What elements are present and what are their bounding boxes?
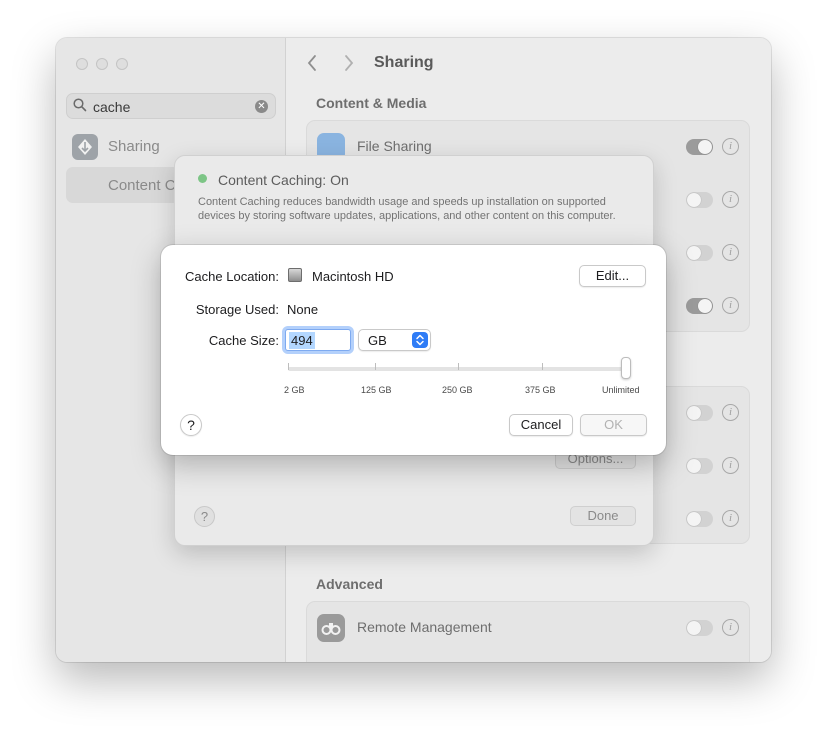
back-button[interactable] [306,54,318,77]
clear-search-icon[interactable]: ✕ [255,100,268,113]
file-sharing-toggle[interactable] [686,139,713,155]
slider-tick [375,363,376,370]
info-icon[interactable]: i [722,244,739,261]
done-button[interactable]: Done [570,506,636,526]
info-icon[interactable]: i [722,510,739,527]
slider-tick [542,363,543,370]
forward-button[interactable] [343,54,355,77]
slider-tick-label: 250 GB [442,385,473,395]
help-button[interactable]: ? [180,414,202,436]
chevron-right-icon [345,55,354,71]
cache-size-input[interactable]: 494 [285,329,351,351]
slider-tick-label: 375 GB [525,385,556,395]
cache-location-value: Macintosh HD [312,269,394,284]
status-indicator [198,174,207,183]
chevron-left-icon [307,55,316,71]
sheet-description: Content Caching reduces bandwidth usage … [198,196,616,222]
advanced-group: Remote Management i [306,601,750,662]
search-icon [73,98,87,112]
cache-size-slider-thumb[interactable] [621,357,631,379]
sharing-toggle[interactable] [686,458,713,474]
cancel-button[interactable]: Cancel [509,414,573,436]
info-icon[interactable]: i [722,297,739,314]
sharing-toggle[interactable] [686,192,713,208]
storage-used-label: Storage Used: [195,302,279,317]
zoom-window-button[interactable] [116,58,128,70]
slider-tick-label: 125 GB [361,385,392,395]
info-icon[interactable]: i [722,138,739,155]
sheet-title: Content Caching: On [218,172,349,188]
search-input[interactable]: cache [93,99,130,115]
sharing-toggle[interactable] [686,511,713,527]
info-icon[interactable]: i [722,191,739,208]
edit-button[interactable]: Edit... [579,265,646,287]
sharing-toggle[interactable] [686,245,713,261]
storage-used-value: None [287,302,319,317]
section-heading-advanced: Advanced [316,576,383,592]
sheet-help-button[interactable]: ? [194,506,215,527]
ok-button[interactable]: OK [580,414,647,436]
section-heading-content-media: Content & Media [316,95,427,111]
cache-settings-dialog: Cache Location: Macintosh HD Edit... Sto… [161,245,666,455]
file-sharing-label: File Sharing [357,138,432,154]
unit-popup[interactable]: GB [358,329,431,351]
cache-size-value: 494 [289,332,315,349]
sharing-icon [72,134,98,160]
remote-management-toggle[interactable] [686,620,713,636]
sidebar-item-label: Sharing [108,138,160,155]
minimize-window-button[interactable] [96,58,108,70]
slider-tick [288,363,289,370]
slider-tick-label: Unlimited [602,385,640,395]
info-icon[interactable]: i [722,404,739,421]
sharing-toggle[interactable] [686,298,713,314]
sharing-toggle[interactable] [686,405,713,421]
sidebar-item-label: Content C [108,177,176,194]
chevron-up-down-icon [412,332,428,348]
page-title: Sharing [374,54,434,71]
binoculars-icon [317,614,345,642]
search-field[interactable]: cache ✕ [66,93,276,119]
info-icon[interactable]: i [722,619,739,636]
remote-management-row: Remote Management i [307,602,749,655]
cache-size-label: Cache Size: [208,333,279,348]
remote-management-label: Remote Management [357,619,492,635]
slider-tick-label: 2 GB [284,385,305,395]
unit-value: GB [368,333,387,348]
slider-tick [458,363,459,370]
close-window-button[interactable] [76,58,88,70]
info-icon[interactable]: i [722,457,739,474]
cache-location-label: Cache Location: [185,269,279,284]
hard-drive-icon [288,268,302,282]
